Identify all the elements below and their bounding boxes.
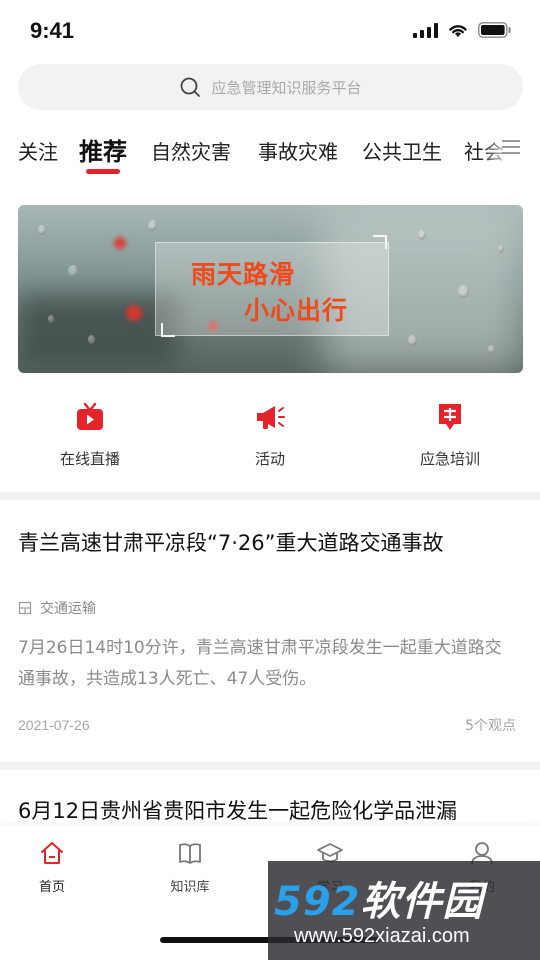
- banner-corner: [161, 323, 175, 337]
- quick-entries: 在线直播 活动 应急培训: [0, 400, 540, 480]
- search-placeholder: 应急管理知识服务平台: [211, 78, 362, 97]
- quick-entry-label: 活动: [254, 450, 285, 468]
- banner-text-line1: 雨天路滑: [191, 260, 296, 289]
- tab-public-health[interactable]: 公共卫生: [362, 136, 442, 165]
- section-divider: [0, 492, 540, 500]
- quick-entry-label: 在线直播: [59, 450, 120, 468]
- quick-entry-activity[interactable]: 活动: [200, 400, 340, 469]
- banner-light: [126, 305, 142, 321]
- banner-light: [114, 237, 126, 249]
- watermark-url: www.592xiazai.com: [294, 925, 470, 947]
- article-summary: 7月26日14时10分许，青兰高速甘肃平凉段发生一起重大道路交通事故，共造成13…: [18, 638, 502, 689]
- wifi-icon: [449, 24, 467, 37]
- rain-drop: [148, 220, 157, 231]
- banner[interactable]: 雨天路滑 小心出行: [18, 205, 523, 373]
- watermark-number: 592: [274, 879, 361, 925]
- tab-active-indicator: [86, 169, 120, 174]
- banner-text-line2: 小心出行: [244, 296, 349, 325]
- nav-label: 首页: [38, 880, 65, 895]
- tab-natural-disaster[interactable]: 自然灾害: [151, 136, 231, 165]
- rain-drop: [38, 225, 46, 235]
- watermark: 592软件园 www.592xiazai.com: [268, 861, 540, 960]
- status-icons: [413, 22, 512, 38]
- rain-drop: [68, 265, 78, 277]
- article-views: 5个观点: [465, 718, 516, 734]
- section-divider: [0, 762, 540, 770]
- category-tabs: 关注 推荐 自然灾害 事故灾难 公共卫生 社会: [0, 120, 540, 180]
- tab-accident[interactable]: 事故灾难: [258, 136, 338, 165]
- article-title[interactable]: 6月12日贵州省贵阳市发生一起危险化学品泄漏: [18, 795, 457, 825]
- rain-drop: [418, 230, 426, 240]
- rain-drop: [408, 335, 417, 346]
- article-date: 2021-07-26: [18, 717, 90, 733]
- rain-drop: [498, 245, 504, 253]
- nav-label: 知识库: [170, 880, 210, 895]
- book-icon: [179, 843, 201, 864]
- category-tag-icon: [18, 601, 32, 615]
- home-icon: [41, 842, 63, 864]
- search-bar[interactable]: 应急管理知识服务平台: [18, 64, 523, 110]
- rain-drop: [488, 345, 495, 354]
- signal-icon: [413, 22, 438, 38]
- battery-icon: [478, 22, 511, 38]
- quick-entry-training[interactable]: 应急培训: [380, 400, 520, 469]
- article-category: 交通运输: [18, 598, 96, 618]
- watermark-logo: 592软件园: [274, 869, 484, 927]
- rain-drop: [458, 285, 469, 298]
- nav-knowledge-base[interactable]: 知识库: [150, 840, 230, 895]
- status-bar: 9:41: [0, 0, 540, 60]
- rain-drop: [88, 335, 95, 344]
- quick-entry-label: 应急培训: [419, 450, 480, 468]
- tab-recommend[interactable]: 推荐: [79, 132, 127, 167]
- rain-drop: [48, 315, 54, 323]
- search-icon: [181, 77, 201, 97]
- banner-corner: [373, 235, 387, 249]
- article-title[interactable]: 青兰高速甘肃平凉段“7·26”重大道路交通事故: [18, 527, 444, 557]
- article-category-label: 交通运输: [40, 601, 96, 617]
- banner-background: [18, 295, 178, 365]
- quick-entry-live[interactable]: 在线直播: [20, 400, 160, 469]
- status-time: 9:41: [30, 18, 75, 43]
- live-tv-icon: [77, 402, 103, 430]
- megaphone-icon: [257, 406, 285, 429]
- tab-follow[interactable]: 关注: [18, 136, 58, 165]
- training-icon: [439, 404, 461, 430]
- menu-icon[interactable]: [502, 140, 520, 156]
- watermark-name: 软件园: [360, 879, 484, 925]
- nav-home[interactable]: 首页: [12, 840, 92, 895]
